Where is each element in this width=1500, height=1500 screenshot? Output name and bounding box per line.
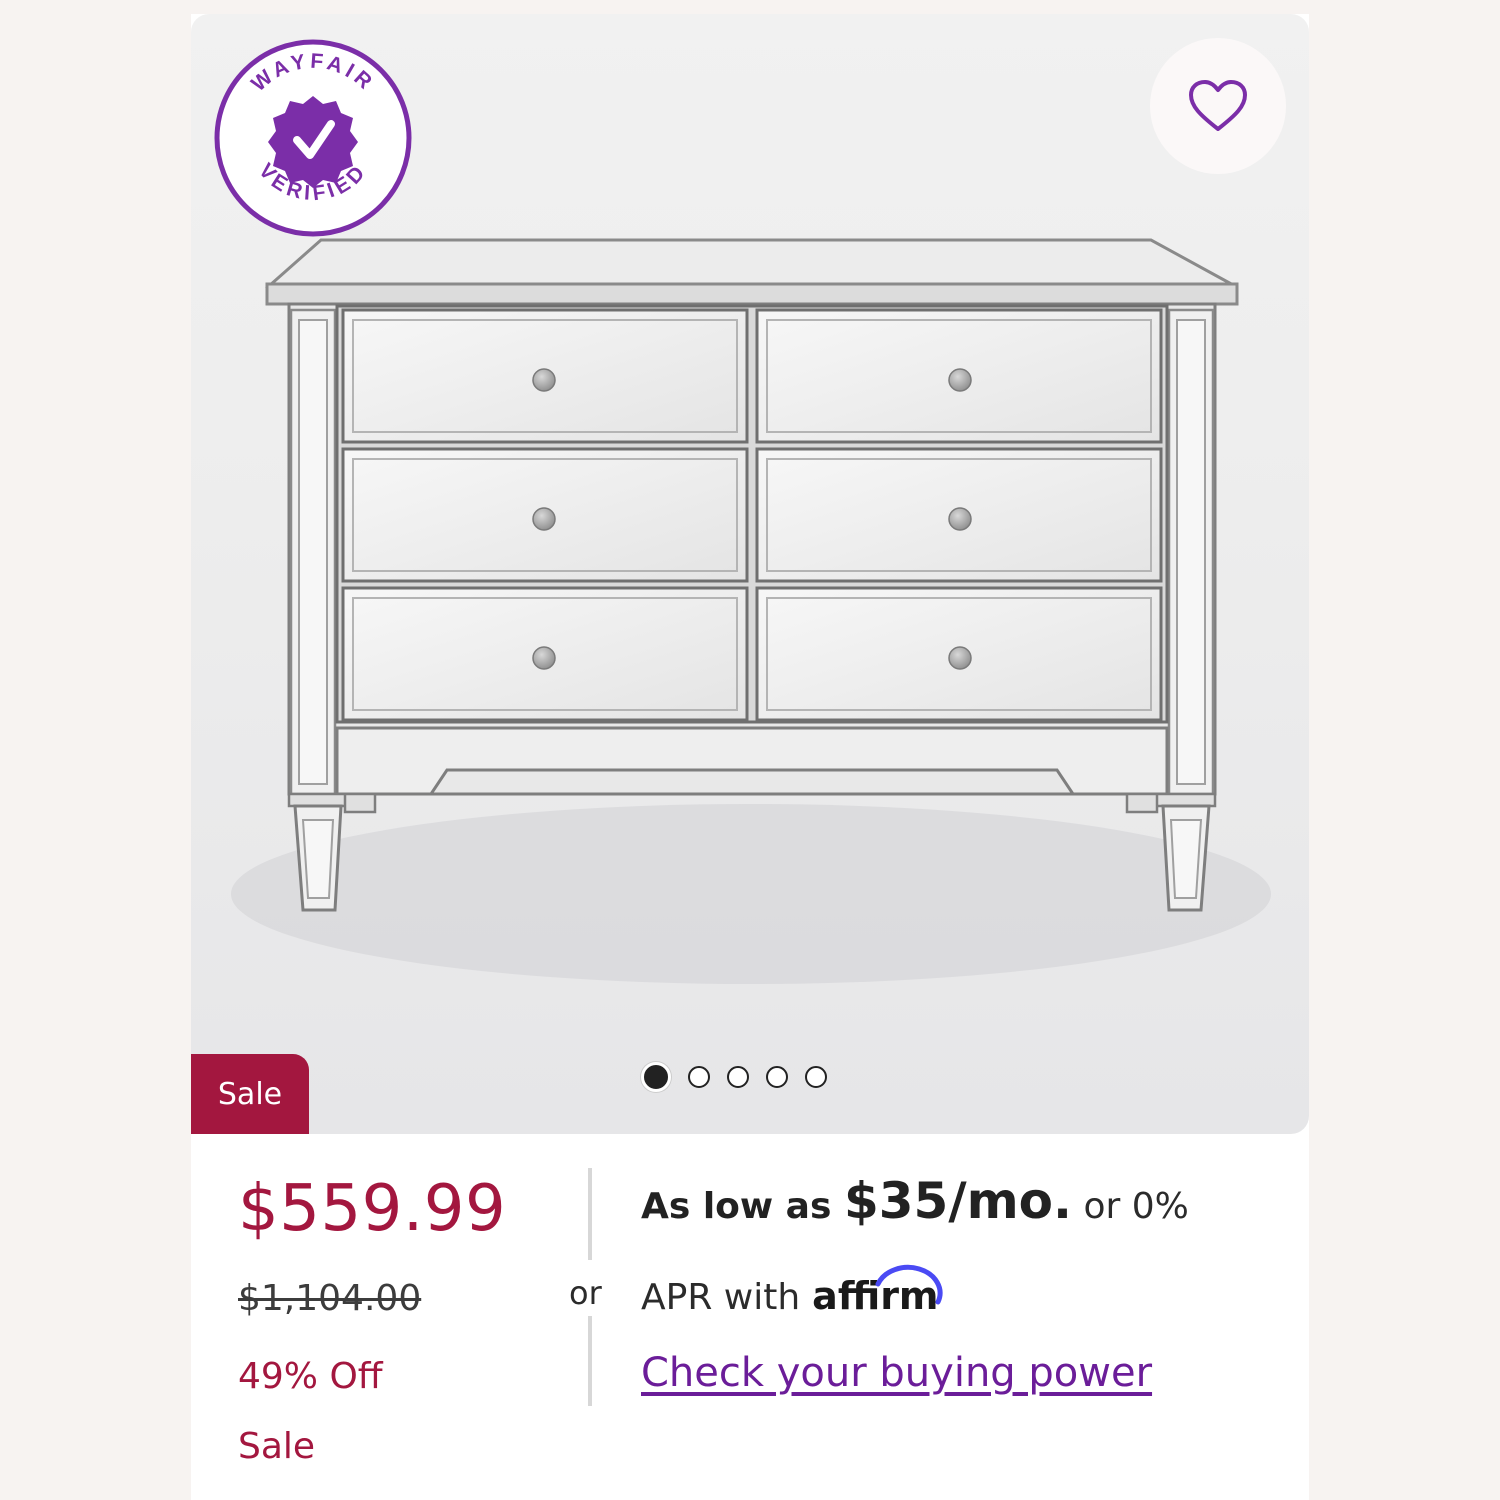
financing-line-2: APR with affirm	[641, 1264, 943, 1318]
divider	[588, 1316, 592, 1406]
heart-outline-icon	[1189, 80, 1247, 131]
sale-label: Sale	[238, 1426, 316, 1467]
current-price: $559.99	[238, 1172, 507, 1246]
carousel-dot[interactable]	[805, 1066, 827, 1088]
check-buying-power-link[interactable]: Check your buying power	[641, 1350, 1152, 1396]
financing-line-1: As low as $35/mo. or 0%	[641, 1172, 1189, 1230]
or-separator: or	[569, 1274, 602, 1312]
carousel-dot[interactable]	[766, 1066, 788, 1088]
divider	[588, 1168, 592, 1260]
carousel-dot[interactable]	[641, 1062, 671, 1092]
financing-apr-text: APR with	[641, 1277, 801, 1318]
sale-tag: Sale	[191, 1054, 309, 1134]
carousel-dot[interactable]	[688, 1066, 710, 1088]
wayfair-verified-badge: WAYFAIR VERIFIED	[213, 38, 413, 238]
financing-prefix: As low as	[641, 1186, 844, 1227]
financing-suffix: or 0%	[1072, 1186, 1189, 1227]
original-price: $1,104.00	[238, 1278, 422, 1319]
product-image-carousel[interactable]: WAYFAIR VERIFIED Sale	[191, 14, 1309, 1134]
discount-percent: 49% Off	[238, 1356, 383, 1397]
affirm-logo: affirm	[812, 1264, 943, 1318]
carousel-dot[interactable]	[727, 1066, 749, 1088]
financing-amount: $35/mo.	[843, 1172, 1073, 1230]
favorite-button[interactable]	[1150, 38, 1286, 174]
affirm-arc-icon	[875, 1264, 943, 1305]
carousel-indicators	[641, 1062, 827, 1092]
